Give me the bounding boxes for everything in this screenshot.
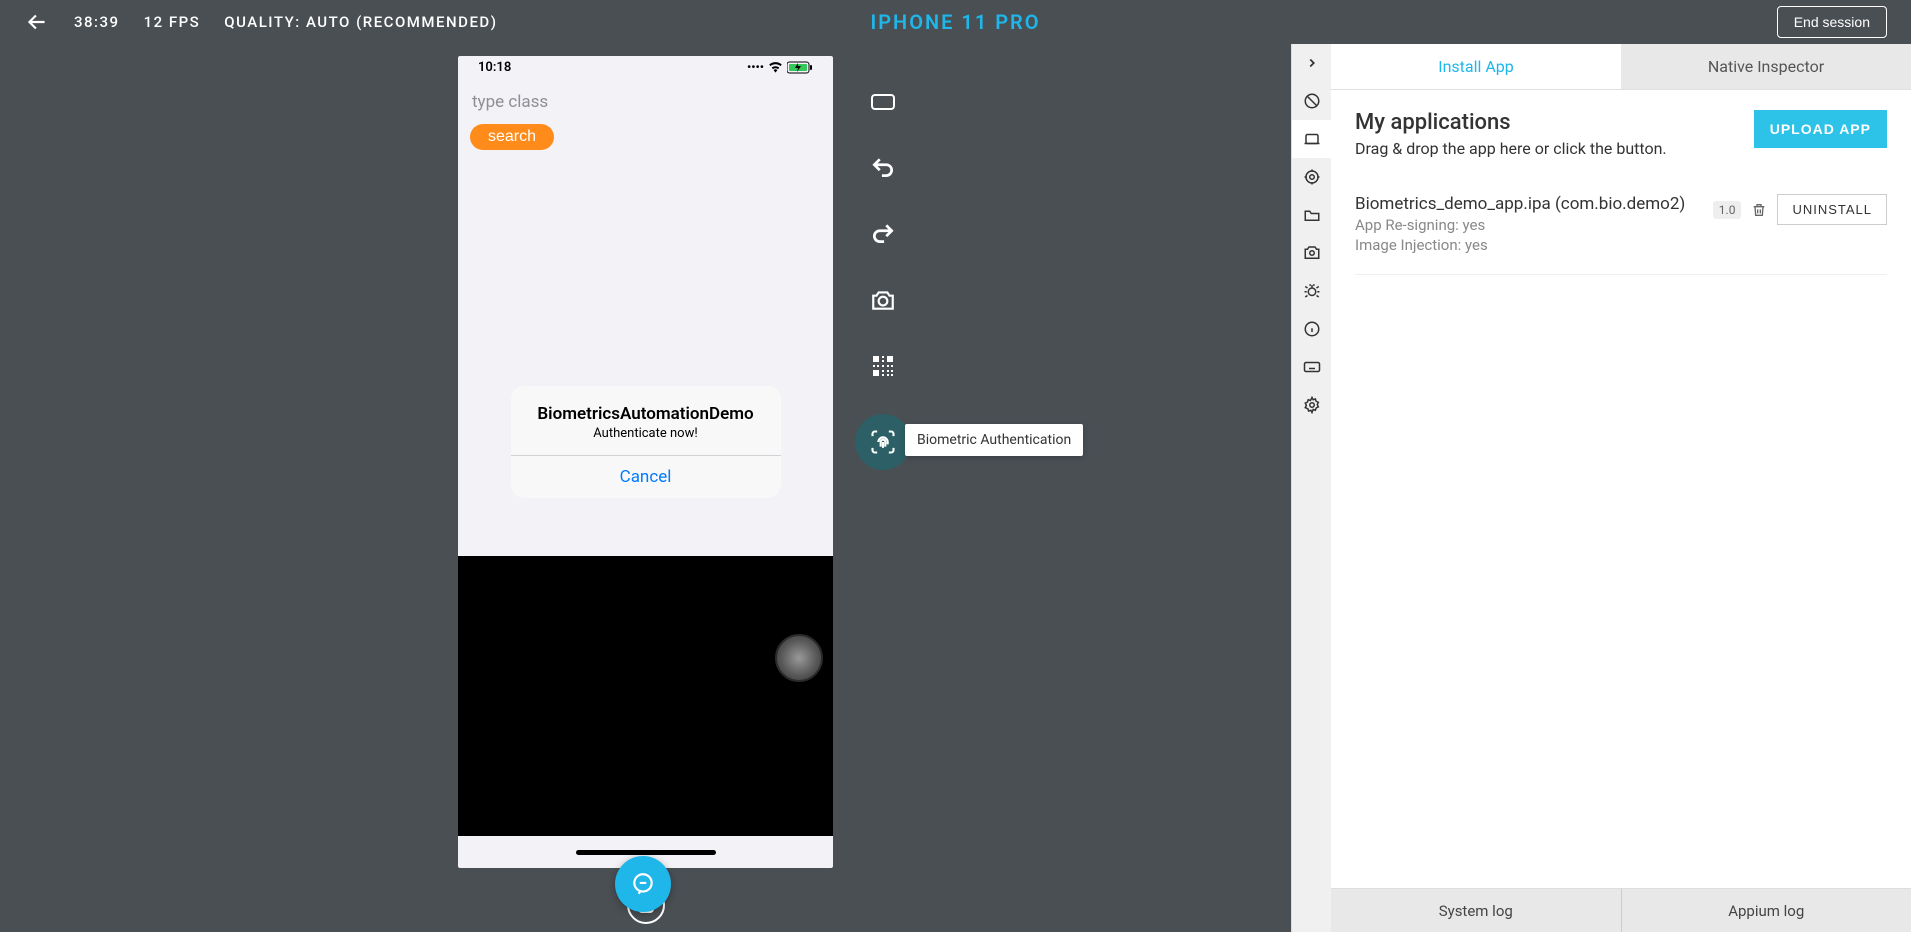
home-indicator[interactable] xyxy=(576,850,716,855)
assistive-touch[interactable] xyxy=(775,634,823,682)
class-input[interactable]: type class xyxy=(470,86,821,118)
rail-folder-icon[interactable] xyxy=(1292,196,1331,234)
panel-body: My applications Drag & drop the app here… xyxy=(1331,90,1911,888)
app-header-area: type class search xyxy=(458,78,833,164)
tab-appium-log[interactable]: Appium log xyxy=(1622,889,1911,932)
session-timer: 38:39 xyxy=(74,13,120,31)
app-content-area: BiometricsAutomationDemo Authenticate no… xyxy=(458,164,833,556)
main-area: 10:18 •••• type class search BiometricsA… xyxy=(0,44,1911,932)
qr-scan-button[interactable] xyxy=(865,348,901,384)
right-icon-rail xyxy=(1291,44,1331,932)
keyboard-area xyxy=(458,556,833,836)
end-session-button[interactable]: End session xyxy=(1777,6,1887,38)
back-arrow[interactable] xyxy=(24,9,50,35)
delete-app-button[interactable] xyxy=(1751,201,1767,219)
collapse-panel-button[interactable] xyxy=(1292,44,1331,82)
rail-settings-icon[interactable] xyxy=(1292,386,1331,424)
biometric-auth-button[interactable] xyxy=(855,414,911,470)
redo-button[interactable] xyxy=(865,216,901,252)
undo-button[interactable] xyxy=(865,150,901,186)
app-item: Biometrics_demo_app.ipa (com.bio.demo2) … xyxy=(1355,194,1887,275)
tab-system-log[interactable]: System log xyxy=(1331,889,1622,932)
battery-icon xyxy=(787,61,813,74)
top-left-stats: 38:39 12 FPS QUALITY: AUTO (RECOMMENDED) xyxy=(24,9,497,35)
rotate-device-button[interactable] xyxy=(865,84,901,120)
phone-status-icons: •••• xyxy=(747,60,813,74)
top-bar: 38:39 12 FPS QUALITY: AUTO (RECOMMENDED)… xyxy=(0,0,1911,44)
wifi-icon xyxy=(768,61,783,73)
fps-counter: 12 FPS xyxy=(144,13,201,31)
device-name: IPHONE 11 PRO xyxy=(870,10,1040,34)
phone-clock: 10:18 xyxy=(478,60,511,75)
app-image-injection: Image Injection: yes xyxy=(1355,236,1713,254)
panel-tabs: Install App Native Inspector xyxy=(1331,44,1911,90)
phone-status-bar: 10:18 •••• xyxy=(458,56,833,78)
device-stage: 10:18 •••• type class search BiometricsA… xyxy=(0,44,1291,932)
quality-label: QUALITY: AUTO (RECOMMENDED) xyxy=(224,13,497,31)
rail-apps-icon[interactable] xyxy=(1292,120,1331,158)
alert-cancel-button[interactable]: Cancel xyxy=(511,455,781,498)
biometric-tooltip: Biometric Authentication xyxy=(905,424,1083,456)
tab-native-inspector[interactable]: Native Inspector xyxy=(1621,44,1911,89)
tab-install-app[interactable]: Install App xyxy=(1331,44,1621,89)
panel-footer-tabs: System log Appium log xyxy=(1331,888,1911,932)
app-info: Biometrics_demo_app.ipa (com.bio.demo2) … xyxy=(1355,194,1713,254)
app-name: Biometrics_demo_app.ipa (com.bio.demo2) xyxy=(1355,194,1713,214)
ios-alert-dialog: BiometricsAutomationDemo Authenticate no… xyxy=(511,386,781,498)
device-screen[interactable]: 10:18 •••• type class search BiometricsA… xyxy=(458,56,833,868)
uninstall-button[interactable]: UNINSTALL xyxy=(1777,194,1887,225)
alert-message: Authenticate now! xyxy=(511,426,781,455)
rail-location-icon[interactable] xyxy=(1292,158,1331,196)
rail-keyboard-icon[interactable] xyxy=(1292,348,1331,386)
rail-camera-icon[interactable] xyxy=(1292,234,1331,272)
apps-title: My applications xyxy=(1355,110,1667,135)
version-badge: 1.0 xyxy=(1713,201,1742,219)
search-button[interactable]: search xyxy=(470,124,554,150)
screenshot-button[interactable] xyxy=(865,282,901,318)
apps-header: My applications Drag & drop the app here… xyxy=(1355,110,1887,158)
right-panel: Install App Native Inspector My applicat… xyxy=(1331,44,1911,932)
rail-restricted-icon[interactable] xyxy=(1292,82,1331,120)
device-toolstrip xyxy=(865,84,911,470)
apps-subtitle: Drag & drop the app here or click the bu… xyxy=(1355,139,1667,158)
rail-info-icon[interactable] xyxy=(1292,310,1331,348)
help-chat-button[interactable] xyxy=(615,856,671,912)
rail-bug-icon[interactable] xyxy=(1292,272,1331,310)
alert-title: BiometricsAutomationDemo xyxy=(511,386,781,426)
app-resigning: App Re-signing: yes xyxy=(1355,216,1713,234)
cellular-dots-icon: •••• xyxy=(747,60,764,74)
apps-title-block: My applications Drag & drop the app here… xyxy=(1355,110,1667,158)
upload-app-button[interactable]: UPLOAD APP xyxy=(1754,110,1887,148)
app-actions: 1.0 UNINSTALL xyxy=(1713,194,1887,225)
